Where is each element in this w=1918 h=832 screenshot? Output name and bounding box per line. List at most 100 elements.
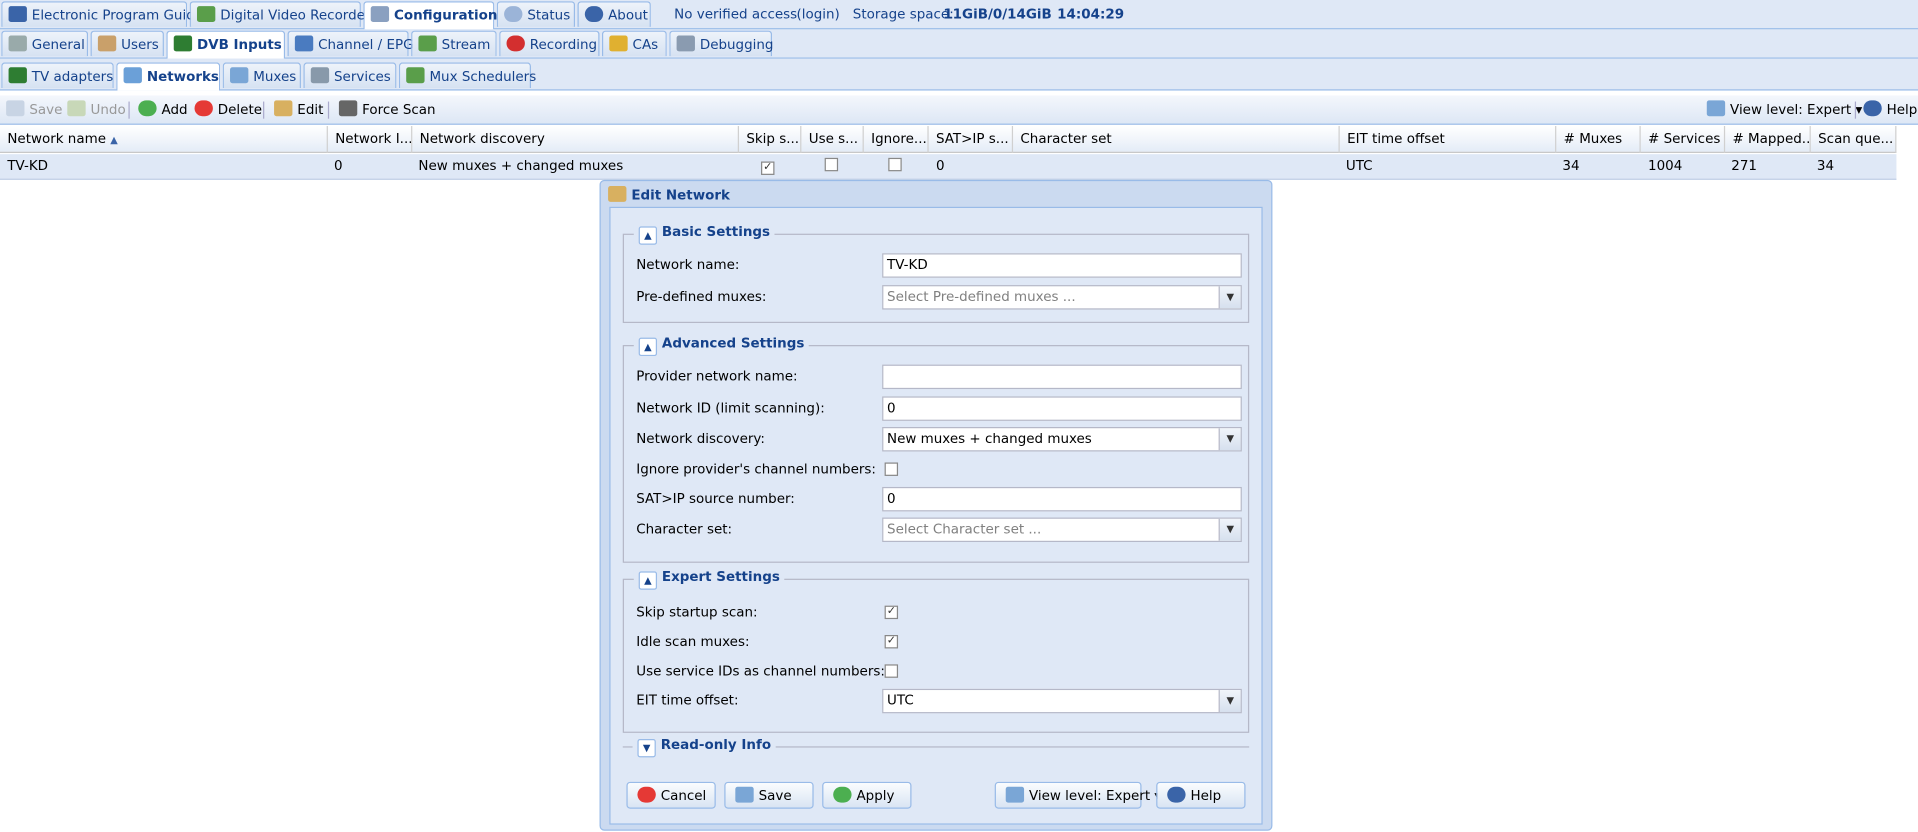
- network-name-label: Network name:: [636, 256, 740, 273]
- cell-eit-offset: UTC: [1345, 157, 1373, 174]
- tab-services[interactable]: Services: [303, 62, 397, 89]
- cancel-icon: [637, 786, 656, 803]
- tab-stream[interactable]: Stream: [411, 30, 497, 57]
- save-icon: [6, 100, 25, 117]
- idle-scan-checkbox[interactable]: ✓: [884, 634, 899, 649]
- chevron-down-icon[interactable]: ▼: [1218, 690, 1241, 713]
- force-scan-button[interactable]: Force Scan: [338, 100, 436, 117]
- tab-epg[interactable]: Electronic Program Guide: [1, 1, 203, 27]
- scan-icon: [338, 100, 358, 117]
- character-set-select[interactable]: Select Character set ... ▼: [882, 517, 1242, 543]
- col-muxes[interactable]: # Muxes: [1556, 126, 1641, 153]
- sort-asc-icon: ▲: [110, 134, 118, 146]
- card-icon: [8, 67, 27, 84]
- tab-dvr[interactable]: Digital Video Recorder: [189, 1, 370, 27]
- col-skip-startup[interactable]: Skip s...: [739, 126, 802, 153]
- col-eit-offset[interactable]: EIT time offset: [1340, 126, 1557, 153]
- tools-icon: [8, 35, 27, 52]
- advanced-settings-legend[interactable]: ▲ Advanced Settings: [633, 335, 810, 357]
- col-network-name[interactable]: Network name ▲: [0, 126, 328, 153]
- help-button[interactable]: Help: [1863, 100, 1917, 117]
- toolbar-separator: [263, 101, 265, 119]
- predefined-muxes-select[interactable]: Select Pre-defined muxes ... ▼: [882, 285, 1242, 310]
- table-row[interactable]: TV-KD 0 New muxes + changed muxes ✓ 0 UT…: [0, 154, 1897, 180]
- network-name-input[interactable]: TV-KD: [882, 253, 1242, 278]
- chevron-down-icon[interactable]: ▼: [1218, 428, 1241, 451]
- network-discovery-select[interactable]: New muxes + changed muxes ▼: [882, 427, 1242, 452]
- tab-debugging[interactable]: Debugging: [669, 30, 773, 57]
- eit-offset-select[interactable]: UTC ▼: [882, 688, 1242, 714]
- col-ignore[interactable]: Ignore...: [864, 126, 929, 153]
- apply-icon: [833, 786, 852, 803]
- col-charset[interactable]: Character set: [1013, 126, 1340, 153]
- dvb-tab-bar: TV adapters Networks Muxes Services Mux …: [0, 58, 1918, 91]
- dialog-title[interactable]: Edit Network: [608, 185, 730, 203]
- satip-source-input[interactable]: 0: [882, 486, 1242, 512]
- tab-tv-adapters[interactable]: TV adapters: [1, 62, 114, 89]
- network-id-label: Network ID (limit scanning):: [636, 400, 825, 416]
- col-network-id[interactable]: Network I...: [328, 126, 413, 153]
- readonly-info-fieldset: ▼ Read-only Info: [622, 736, 1250, 758]
- col-mapped[interactable]: # Mapped...: [1725, 126, 1811, 153]
- save-button[interactable]: Save: [6, 100, 62, 117]
- undo-button[interactable]: Undo: [67, 100, 126, 117]
- login-link[interactable]: (login): [796, 6, 839, 22]
- cell-skip-startup[interactable]: ✓: [761, 158, 775, 175]
- provider-name-input[interactable]: [882, 364, 1242, 390]
- edit-button[interactable]: Edit: [274, 100, 323, 117]
- col-services[interactable]: # Services: [1641, 126, 1726, 153]
- tab-channel-epg[interactable]: Channel / EPG: [287, 30, 414, 57]
- eye-icon: [504, 6, 523, 23]
- tab-about[interactable]: About: [577, 1, 651, 27]
- col-scan-queue[interactable]: Scan que...: [1811, 126, 1897, 153]
- apply-button[interactable]: Apply: [822, 781, 912, 809]
- use-sid-checkbox[interactable]: [884, 664, 899, 678]
- tab-cas[interactable]: CAs: [601, 30, 667, 57]
- col-network-discovery[interactable]: Network discovery: [412, 126, 739, 153]
- tab-recording[interactable]: Recording: [499, 30, 600, 57]
- view-level-button[interactable]: View level: Expert ▾: [1706, 100, 1862, 117]
- tab-networks[interactable]: Networks: [116, 62, 221, 91]
- readonly-info-legend[interactable]: ▼ Read-only Info: [632, 736, 776, 758]
- cell-use-sid[interactable]: [824, 157, 839, 175]
- tab-dvb-inputs[interactable]: DVB Inputs: [166, 30, 286, 59]
- edit-icon: [608, 185, 627, 202]
- chevron-down-icon[interactable]: ▼: [1218, 286, 1241, 309]
- add-button[interactable]: Add: [138, 100, 188, 117]
- tab-configuration[interactable]: Configuration: [363, 1, 497, 30]
- dialog-save-button[interactable]: Save: [724, 781, 814, 809]
- predefined-muxes-label: Pre-defined muxes:: [636, 288, 767, 305]
- cancel-button[interactable]: Cancel: [626, 781, 716, 809]
- skip-startup-checkbox[interactable]: ✓: [884, 605, 899, 620]
- cell-network-id: 0: [334, 157, 343, 174]
- basic-settings-fieldset: ▲ Basic Settings Network name: TV-KD Pre-…: [622, 223, 1250, 324]
- grid-header: Network name ▲ Network I... Network disc…: [0, 126, 1897, 153]
- expert-settings-fieldset: ▲ Expert Settings Skip startup scan: ✓ Id…: [622, 568, 1250, 733]
- collapse-icon: ▲: [638, 337, 658, 357]
- undo-icon: [67, 100, 86, 117]
- dialog-help-button[interactable]: Help: [1156, 781, 1246, 809]
- tab-general[interactable]: General: [1, 30, 89, 57]
- tab-mux-schedulers[interactable]: Mux Schedulers: [398, 62, 536, 89]
- delete-button[interactable]: Delete: [194, 100, 262, 117]
- delete-icon: [194, 100, 213, 117]
- config-tab-bar: General Users DVB Inputs Channel / EPG S…: [0, 29, 1918, 59]
- dialog-view-level-button[interactable]: View level: Expert ▾: [994, 781, 1161, 809]
- wrench-icon: [370, 6, 390, 23]
- network-id-input[interactable]: 0: [882, 396, 1242, 421]
- expert-settings-legend[interactable]: ▲ Expert Settings: [633, 568, 785, 590]
- col-use-sid[interactable]: Use s...: [801, 126, 864, 153]
- ignore-numbers-checkbox[interactable]: [884, 462, 899, 476]
- dialog-body: ▲ Basic Settings Network name: TV-KD Pre-…: [609, 206, 1263, 825]
- collapse-icon: ▲: [638, 226, 658, 245]
- tab-muxes[interactable]: Muxes: [222, 62, 301, 89]
- cell-ignore[interactable]: [888, 157, 902, 175]
- basic-settings-legend[interactable]: ▲ Basic Settings: [633, 223, 775, 245]
- col-satip[interactable]: SAT>IP s...: [929, 126, 1014, 153]
- edit-network-dialog: Edit Network ▲ Basic Settings Network nam…: [599, 179, 1273, 831]
- tab-users[interactable]: Users: [90, 30, 164, 57]
- cell-muxes: 34: [1562, 157, 1580, 174]
- tab-status[interactable]: Status: [496, 1, 576, 27]
- collapse-icon: ▲: [638, 571, 658, 590]
- chevron-down-icon[interactable]: ▼: [1218, 518, 1241, 541]
